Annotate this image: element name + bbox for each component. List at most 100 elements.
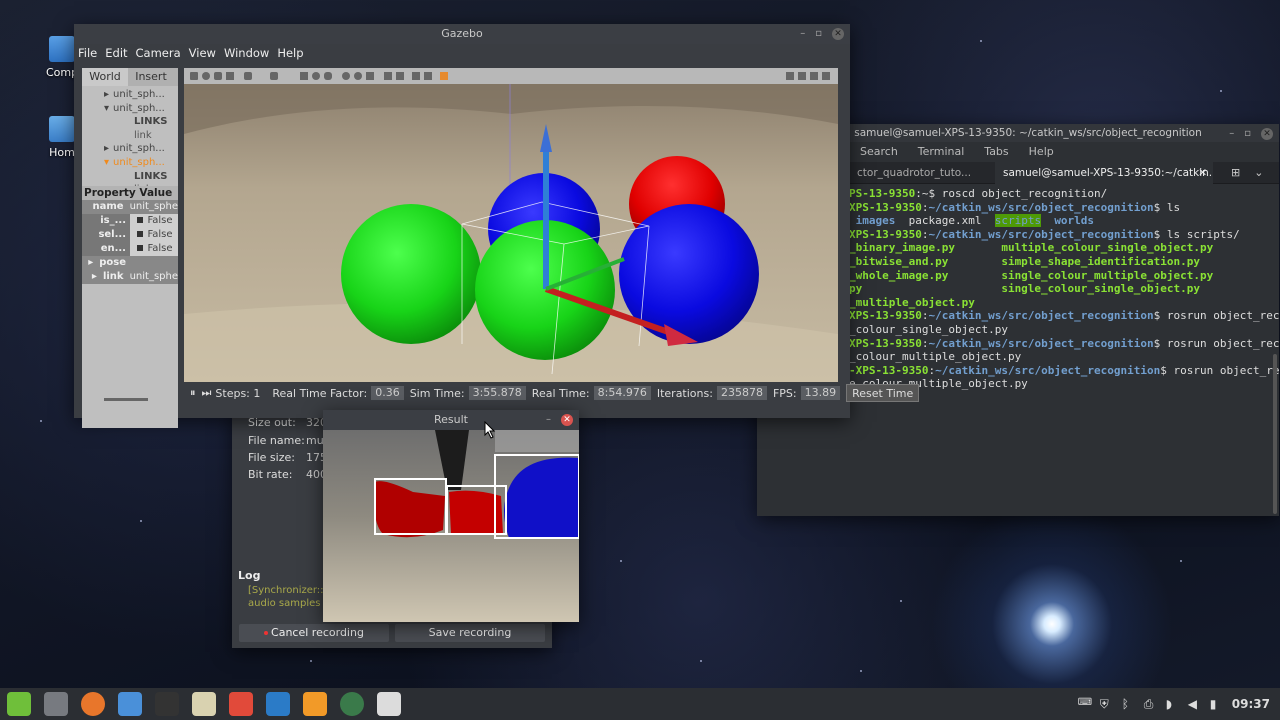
tree-item[interactable]: link: [82, 129, 178, 143]
menu-window[interactable]: Window: [224, 44, 269, 62]
result-titlebar[interactable]: Result – ✕: [323, 410, 579, 430]
change-view-icon[interactable]: [440, 72, 448, 80]
taskbar-launcher[interactable]: [263, 689, 293, 719]
pause-icon[interactable]: ⏸: [190, 386, 196, 400]
tab-close-icon[interactable]: ✕: [1198, 162, 1207, 184]
property-value[interactable]: False: [130, 214, 178, 228]
menu-file[interactable]: File: [78, 44, 97, 62]
tab-insert[interactable]: Insert: [128, 68, 174, 86]
taskbar-launcher[interactable]: [374, 689, 404, 719]
shield-icon[interactable]: ⛨: [1100, 697, 1114, 711]
printer-icon[interactable]: ⎙: [1144, 697, 1158, 711]
gazebo-3d-viewport[interactable]: [184, 84, 838, 382]
checkbox[interactable]: [137, 245, 144, 251]
wifi-icon[interactable]: ◗: [1166, 697, 1180, 711]
select-tool-icon[interactable]: [190, 72, 198, 80]
taskbar-launcher[interactable]: [41, 689, 71, 719]
new-tab-icon[interactable]: ⊞: [1231, 166, 1240, 179]
keyboard-icon[interactable]: ⌨: [1078, 697, 1092, 711]
minimize-icon[interactable]: –: [1229, 125, 1234, 143]
property-value[interactable]: False: [130, 228, 178, 242]
property-row[interactable]: ▸ pose: [82, 256, 178, 270]
reset-time-button[interactable]: Reset Time: [846, 384, 920, 402]
snap-icon[interactable]: [424, 72, 432, 80]
menu-search[interactable]: Search: [860, 142, 898, 162]
tree-item[interactable]: ▸ unit_sph...: [82, 142, 178, 156]
property-row[interactable]: en... False: [82, 242, 178, 256]
copy-icon[interactable]: [384, 72, 392, 80]
scale-tool-icon[interactable]: [226, 72, 234, 80]
menu-camera[interactable]: Camera: [136, 44, 181, 62]
taskbar-launcher[interactable]: [300, 689, 330, 719]
close-icon[interactable]: ✕: [561, 414, 573, 426]
minimize-icon[interactable]: –: [800, 24, 805, 44]
directional-light-icon[interactable]: [366, 72, 374, 80]
translate-tool-icon[interactable]: [202, 72, 210, 80]
redo-icon[interactable]: [270, 72, 278, 80]
point-light-icon[interactable]: [342, 72, 350, 80]
tree-arrow-icon[interactable]: ▸: [104, 143, 109, 154]
tree-item[interactable]: LINKS: [82, 170, 178, 184]
taskbar-launcher[interactable]: [226, 689, 256, 719]
taskbar-launcher[interactable]: [337, 689, 367, 719]
tree-item[interactable]: LINKS: [82, 115, 178, 129]
taskbar-launcher[interactable]: [4, 689, 34, 719]
tab-world[interactable]: World: [82, 68, 128, 86]
spot-light-icon[interactable]: [354, 72, 362, 80]
tree-item[interactable]: ▾ unit_sph...: [82, 102, 178, 116]
terminal-scrollbar[interactable]: [1273, 354, 1277, 514]
screenshot-icon[interactable]: [786, 72, 794, 80]
tree-item[interactable]: ▾ unit_sph...: [82, 156, 178, 170]
tab-quadrotor[interactable]: ctor_quadrotor_tuto...: [849, 162, 995, 184]
minimize-icon[interactable]: –: [546, 410, 551, 430]
close-icon[interactable]: ✕: [1261, 128, 1273, 140]
plot-icon[interactable]: [810, 72, 818, 80]
property-row[interactable]: is_... False: [82, 214, 178, 228]
step-icon[interactable]: ⏭: [202, 386, 212, 400]
menu-help[interactable]: Help: [1029, 142, 1054, 162]
box-shape-icon[interactable]: [300, 72, 308, 80]
property-row[interactable]: sel... False: [82, 228, 178, 242]
tab-menu-chevron-icon[interactable]: ⌄: [1254, 166, 1263, 179]
sphere-shape-icon[interactable]: [312, 72, 320, 80]
taskbar-launcher[interactable]: [152, 689, 182, 719]
rotate-tool-icon[interactable]: [214, 72, 222, 80]
volume-icon[interactable]: ◀: [1188, 697, 1202, 711]
tree-arrow-icon[interactable]: ▾: [104, 103, 109, 114]
tab-object-recognition[interactable]: samuel@samuel-XPS-13-9350:~/catkin... ✕: [995, 162, 1213, 184]
tree-arrow-icon[interactable]: ▸: [104, 89, 109, 100]
video-record-icon[interactable]: [822, 72, 830, 80]
gazebo-titlebar[interactable]: Gazebo – ▫ ✕: [74, 24, 850, 44]
property-row[interactable]: ▸ link unit_sphe: [82, 270, 178, 284]
align-icon[interactable]: [412, 72, 420, 80]
menu-edit[interactable]: Edit: [105, 44, 127, 62]
menu-tabs[interactable]: Tabs: [984, 142, 1008, 162]
maximize-icon[interactable]: ▫: [815, 24, 822, 44]
undo-icon[interactable]: [244, 72, 252, 80]
menu-help[interactable]: Help: [277, 44, 303, 62]
bluetooth-icon[interactable]: ᛒ: [1122, 697, 1136, 711]
expand-arrow-icon[interactable]: ▸: [92, 271, 97, 282]
menu-view[interactable]: View: [189, 44, 216, 62]
log-icon[interactable]: [798, 72, 806, 80]
checkbox[interactable]: [137, 217, 144, 223]
maximize-icon[interactable]: ▫: [1244, 125, 1251, 143]
property-value[interactable]: False: [130, 242, 178, 256]
expand-arrow-icon[interactable]: ▸: [88, 257, 93, 268]
panel-scrollbar[interactable]: [104, 398, 148, 401]
taskbar-launcher[interactable]: [115, 689, 145, 719]
tree-arrow-icon[interactable]: ▾: [104, 157, 109, 168]
tree-item[interactable]: ▸ unit_sph...: [82, 88, 178, 102]
property-row[interactable]: name unit_sphe: [82, 200, 178, 214]
save-recording-button[interactable]: Save recording: [395, 624, 545, 642]
taskbar-launcher[interactable]: [189, 689, 219, 719]
close-icon[interactable]: ✕: [832, 28, 844, 40]
paste-icon[interactable]: [396, 72, 404, 80]
clock[interactable]: 09:37: [1232, 697, 1270, 711]
cancel-recording-button[interactable]: Cancel recording: [239, 624, 389, 642]
checkbox[interactable]: [137, 231, 144, 237]
menu-terminal[interactable]: Terminal: [918, 142, 965, 162]
taskbar-launcher[interactable]: [78, 689, 108, 719]
battery-icon[interactable]: ▮: [1210, 697, 1224, 711]
cylinder-shape-icon[interactable]: [324, 72, 332, 80]
